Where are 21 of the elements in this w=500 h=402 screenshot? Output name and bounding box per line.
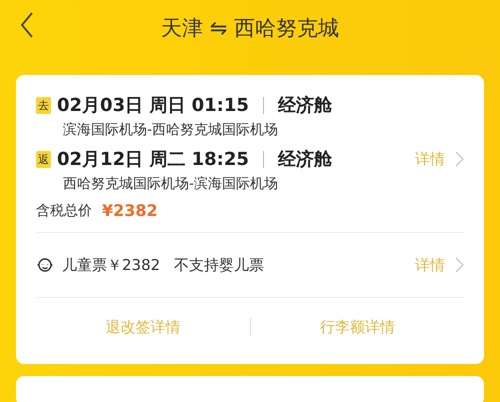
chevron-icon bbox=[455, 257, 464, 273]
details-link[interactable]: 详情 bbox=[415, 150, 464, 168]
cabin-class: 经济舱 bbox=[278, 148, 332, 171]
details-link[interactable]: 详情 bbox=[415, 256, 464, 274]
price-amount: ¥2382 bbox=[102, 201, 158, 220]
refund-change-link[interactable]: 退改签详情 bbox=[36, 318, 250, 336]
infant-ticket-note: 不支持婴儿票 bbox=[174, 256, 264, 274]
baggage-link[interactable]: 行李额详情 bbox=[250, 318, 464, 336]
flight-route: 西哈努克城国际机场-滨海国际机场 bbox=[63, 175, 280, 193]
leg-tag: 返 bbox=[36, 150, 51, 168]
cabin-class: 经济舱 bbox=[278, 94, 332, 117]
child-ticket-price: 儿童票￥2382 bbox=[62, 256, 160, 274]
back-icon[interactable] bbox=[20, 12, 34, 38]
child-face-icon bbox=[36, 257, 54, 273]
chevron-icon bbox=[455, 151, 464, 167]
flight-route: 滨海国际机场-西哈努克城国际机场 bbox=[63, 121, 280, 139]
leg-tag: 去 bbox=[36, 96, 51, 114]
price-label: 含税总价 bbox=[36, 202, 92, 220]
flight-datetime: 02月03日 周日 01:15 bbox=[57, 94, 249, 117]
route-title: 天津 ⇋ 西哈努克城 bbox=[161, 14, 339, 42]
flight-datetime: 02月12日 周二 18:25 bbox=[57, 148, 249, 171]
